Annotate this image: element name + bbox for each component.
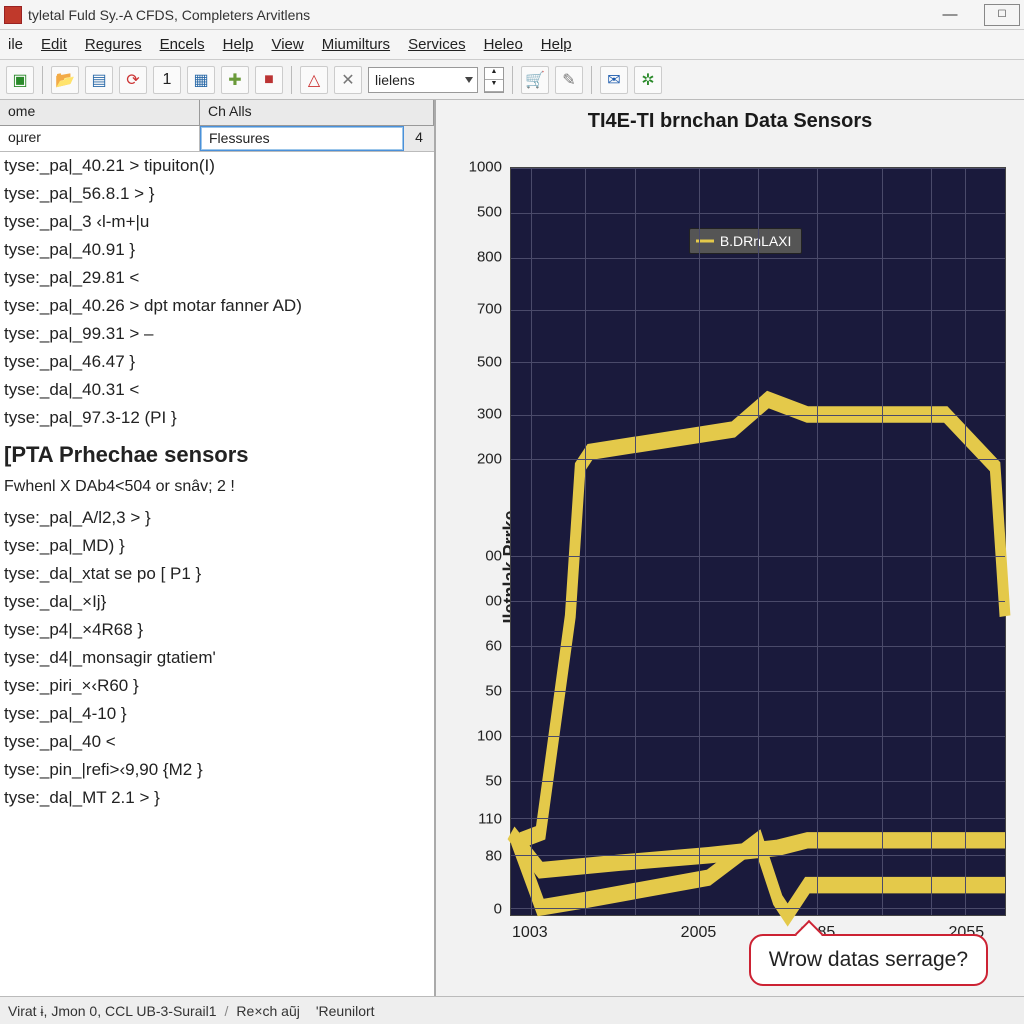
menu-help1[interactable]: Help	[223, 36, 254, 53]
field-value-input[interactable]: Flessures	[200, 126, 404, 151]
y-tick: 80	[485, 848, 502, 865]
toolbar-icon-green-square[interactable]: ▣	[6, 66, 34, 94]
y-axis-ticks: 1000500800700500300200000060501005011080…	[438, 167, 506, 916]
menubar: ile Edit Regures Encels Help View Miumil…	[0, 30, 1024, 60]
y-tick: 100	[477, 728, 502, 745]
right-panel: TI4E-TI brnchan Data Sensors Iletnlak Pr…	[436, 100, 1024, 996]
menu-encels[interactable]: Encels	[160, 36, 205, 53]
chart-area: Iletnlak Prrke 1000500800700500300200000…	[438, 137, 1012, 996]
list-item[interactable]: tyse:_p4|_×4R68 }	[0, 616, 434, 644]
toolbar-wand-icon[interactable]: ✎	[555, 66, 583, 94]
status-seg1: Virat ɨ, Jmon 0, CCL UB-3-Surail1	[8, 1003, 217, 1019]
list-item[interactable]: tyse:_pa|_40 <	[0, 728, 434, 756]
list-item[interactable]: tyse:_pin_|refi>‹9,90 {M2 }	[0, 756, 434, 784]
menu-file[interactable]: ile	[8, 36, 23, 53]
list-item[interactable]: tyse:_pa|_MD) }	[0, 532, 434, 560]
list-item[interactable]: tyse:_pa|_40.21 > tipuiton(I)	[0, 152, 434, 180]
y-tick: 800	[477, 248, 502, 265]
statusbar: Virat ɨ, Jmon 0, CCL UB-3-Surail1 / Re×c…	[0, 996, 1024, 1024]
menu-edit[interactable]: Edit	[41, 36, 67, 53]
list-item[interactable]: tyse:_d4|_monsagir gtatiem'	[0, 644, 434, 672]
menu-help2[interactable]: Help	[541, 36, 572, 53]
toolbar-refresh-icon[interactable]: ⟳	[119, 66, 147, 94]
toolbar-layers-icon[interactable]: ▦	[187, 66, 215, 94]
titlebar: tyletal Fuld Sy.-A CFDS, Completers Arvi…	[0, 0, 1024, 30]
list-item[interactable]: tyse:_pa|_40.91 }	[0, 236, 434, 264]
menu-services[interactable]: Services	[408, 36, 466, 53]
toolbar-separator	[591, 66, 592, 94]
menu-view[interactable]: View	[271, 36, 303, 53]
toolbar-puzzle-icon[interactable]: ✚	[221, 66, 249, 94]
toolbar-folder-red-icon[interactable]: ■	[255, 66, 283, 94]
left-list-scroll[interactable]: tyse:_pa|_40.21 > tipuiton(I)tyse:_pa|_5…	[0, 152, 434, 996]
toolbar-cart-icon[interactable]: 🛒	[521, 66, 549, 94]
toolbar-open-icon[interactable]: 📂	[51, 66, 79, 94]
status-seg2: Re×ch aũj	[236, 1003, 299, 1019]
menu-regures[interactable]: Regures	[85, 36, 142, 53]
minimize-button[interactable]: —	[932, 4, 968, 26]
window-title: tyletal Fuld Sy.-A CFDS, Completers Arvi…	[28, 7, 916, 23]
chart-title: TI4E-TI brnchan Data Sensors	[436, 100, 1024, 137]
toolbar-separator	[42, 66, 43, 94]
left-panel: ome Ch Alls oµrer Flessures 4 tyse:_pa|_…	[0, 100, 436, 996]
y-tick: 500	[477, 203, 502, 220]
y-tick: 300	[477, 406, 502, 423]
y-tick: 50	[485, 773, 502, 790]
left-field-row: oµrer Flessures 4	[0, 126, 434, 152]
toolbar-separator	[291, 66, 292, 94]
callout-bubble: Wrow datas serrage?	[749, 934, 988, 986]
list-item[interactable]: tyse:_da|_xtat se po [ P1 }	[0, 560, 434, 588]
toolbar-window-icon[interactable]: ▤	[85, 66, 113, 94]
list-item[interactable]: tyse:_pa|_40.26 > dpt motar fanner AD)	[0, 292, 434, 320]
toolbar-combo[interactable]: lielens	[368, 67, 478, 93]
list-item[interactable]: tyse:_pa|_97.3-12 (PI }	[0, 404, 434, 432]
toolbar-separator	[512, 66, 513, 94]
y-tick: 60	[485, 638, 502, 655]
maximize-button[interactable]: ☐	[984, 4, 1020, 26]
list-item[interactable]: tyse:_pa|_56.8.1 > }	[0, 180, 434, 208]
toolbar-warning-icon[interactable]: △	[300, 66, 328, 94]
menu-miumilturs[interactable]: Miumilturs	[322, 36, 390, 53]
field-count: 4	[404, 126, 434, 151]
section-heading: [PTA Prhechae sensors	[0, 432, 434, 474]
list-item[interactable]: tyse:_piri_×‹R60 }	[0, 672, 434, 700]
toolbar-spinner[interactable]: ▲▼	[484, 67, 504, 93]
toolbar-one-icon[interactable]: 1	[153, 66, 181, 94]
list-item[interactable]: tyse:_pa|_29.81 <	[0, 264, 434, 292]
left-columns-header: ome Ch Alls	[0, 100, 434, 126]
toolbar-tools-icon[interactable]: ✕	[334, 66, 362, 94]
x-tick: 2005	[681, 924, 717, 942]
toolbar: ▣ 📂 ▤ ⟳ 1 ▦ ✚ ■ △ ✕ lielens ▲▼ 🛒 ✎ ✉ ✲	[0, 60, 1024, 100]
list-item[interactable]: tyse:_da|_×Ij}	[0, 588, 434, 616]
list-item[interactable]: tyse:_pa|_4-10 }	[0, 700, 434, 728]
plot-area[interactable]: B.DRnLAXI	[510, 167, 1006, 916]
menu-heleo[interactable]: Heleo	[484, 36, 523, 53]
x-tick: 1003	[512, 924, 548, 942]
list-item[interactable]: tyse:_pa|_46.47 }	[0, 348, 434, 376]
app-icon	[4, 6, 22, 24]
content: ome Ch Alls oµrer Flessures 4 tyse:_pa|_…	[0, 100, 1024, 996]
y-tick: 00	[485, 593, 502, 610]
section-subtext: Fwhenl X DAb4<504 or snâv; 2 !	[0, 474, 434, 504]
col-header-chalis[interactable]: Ch Alls	[200, 100, 434, 125]
list-item[interactable]: tyse:_da|_40.31 <	[0, 376, 434, 404]
y-tick: 500	[477, 353, 502, 370]
col-header-name[interactable]: ome	[0, 100, 200, 125]
y-tick: 1000	[469, 159, 502, 176]
y-tick: 50	[485, 683, 502, 700]
list-item[interactable]: tyse:_pa|_99.31 > –	[0, 320, 434, 348]
y-tick: 0	[494, 900, 502, 917]
status-seg3: 'Reunilort	[316, 1003, 375, 1019]
y-tick: 00	[485, 548, 502, 565]
y-tick: 700	[477, 301, 502, 318]
field-label: oµrer	[0, 126, 200, 151]
list-item[interactable]: tyse:_pa|_A/l2,3 > }	[0, 504, 434, 532]
toolbar-mail-icon[interactable]: ✉	[600, 66, 628, 94]
y-tick: 110	[478, 810, 502, 827]
list-item[interactable]: tyse:_pa|_3 ‹l-m+|u	[0, 208, 434, 236]
y-tick: 200	[477, 451, 502, 468]
toolbar-flower-icon[interactable]: ✲	[634, 66, 662, 94]
list-item[interactable]: tyse:_da|_MT 2.1 > }	[0, 784, 434, 812]
